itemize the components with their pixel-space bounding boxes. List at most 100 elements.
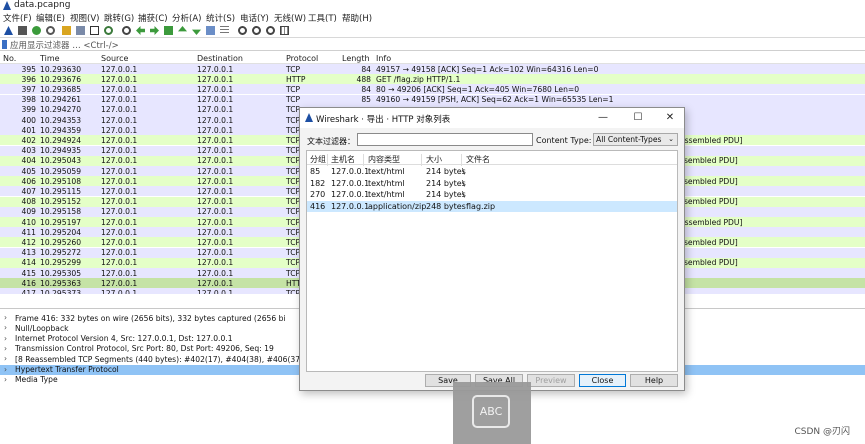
object-filename: flag.zip (466, 201, 496, 211)
preview-button[interactable]: Preview (527, 374, 575, 387)
menu-wireless[interactable]: 无线(W) (274, 12, 306, 24)
col-protocol[interactable]: Protocol (286, 54, 318, 63)
close-button[interactable]: Close (579, 374, 626, 387)
expand-chevron-icon[interactable]: › (4, 344, 7, 353)
column-divider (461, 154, 462, 166)
capture-options-icon[interactable] (46, 26, 55, 35)
table-row[interactable]: 182 127.0.0.1 text/html 214 bytes \ (307, 178, 677, 189)
packet-info: ssembled PDU] (680, 156, 738, 166)
export-http-objects-dialog: Wireshark · 导出 · HTTP 对象列表 — ☐ ✕ 文本过滤器： … (299, 107, 685, 391)
col-host[interactable]: 主机名 (331, 154, 355, 165)
col-content-type[interactable]: 内容类型 (368, 154, 400, 165)
menu-view[interactable]: 视图(V) (70, 12, 99, 24)
table-row[interactable]: 270 127.0.0.1 text/html 214 bytes \ (307, 189, 677, 200)
close-icon[interactable]: ✕ (659, 110, 681, 125)
col-destination[interactable]: Destination (197, 54, 243, 63)
autoscroll-icon[interactable] (206, 26, 215, 35)
reload-icon[interactable] (104, 26, 113, 35)
zoom-out-icon[interactable] (252, 26, 261, 35)
stop-capture-icon[interactable] (18, 26, 27, 35)
resize-columns-icon[interactable] (280, 26, 289, 35)
col-no[interactable]: No. (3, 54, 16, 63)
packet-protocol: TCP (286, 288, 301, 295)
col-time[interactable]: Time (40, 54, 60, 63)
expand-chevron-icon[interactable]: › (4, 323, 7, 332)
col-size[interactable]: 大小 (426, 154, 442, 165)
expand-chevron-icon[interactable]: › (4, 375, 7, 384)
text-filter-input[interactable] (357, 133, 533, 146)
packet-no: 403 (21, 146, 37, 156)
menu-telephony[interactable]: 电话(Y) (240, 12, 269, 24)
go-to-packet-icon[interactable] (164, 26, 173, 35)
menu-help[interactable]: 帮助(H) (342, 12, 372, 24)
display-filter-bar[interactable]: 应用显示过滤器 … <Ctrl-/> (0, 38, 865, 51)
col-info[interactable]: Info (376, 54, 391, 63)
packet-destination: 127.0.0.1 (197, 268, 234, 278)
packet-protocol: TCP (286, 64, 301, 74)
packet-row[interactable]: 397 10.293685 127.0.0.1 127.0.0.1 TCP 84 80 → … (0, 84, 865, 95)
zoom-normal-icon[interactable] (266, 26, 275, 35)
packet-time: 10.294924 (40, 135, 82, 145)
table-row[interactable]: 416 127.0.0.1 application/zip 248 bytes flag… (307, 200, 677, 212)
col-group[interactable]: 分组 (310, 154, 326, 165)
detail-text: [8 Reassembled TCP Segments (440 bytes):… (15, 354, 304, 364)
packet-destination: 127.0.0.1 (197, 105, 234, 115)
expand-chevron-icon[interactable]: › (4, 354, 7, 363)
wireshark-fin-icon (305, 113, 313, 122)
content-type-select[interactable]: All Content-Types ⌄ (593, 133, 678, 146)
packet-source: 127.0.0.1 (101, 135, 138, 145)
minimize-icon[interactable]: — (592, 110, 614, 125)
packet-time: 10.293685 (40, 84, 82, 94)
input-method-overlay[interactable]: ABC (453, 382, 531, 444)
close-file-icon[interactable] (90, 26, 99, 35)
zoom-in-icon[interactable] (238, 26, 247, 35)
col-filename[interactable]: 文件名 (466, 154, 490, 165)
packet-destination: 127.0.0.1 (197, 166, 234, 176)
menu-edit[interactable]: 编辑(E) (36, 12, 65, 24)
content-type-value: All Content-Types (596, 135, 662, 144)
save-file-icon[interactable] (76, 26, 85, 35)
display-filter-input[interactable]: 应用显示过滤器 … <Ctrl-/> (10, 39, 119, 51)
packet-no: 414 (21, 258, 37, 268)
packet-row[interactable]: 395 10.293630 127.0.0.1 127.0.0.1 TCP 84 49157… (0, 64, 865, 74)
col-length[interactable]: Length (342, 54, 370, 63)
packet-source: 127.0.0.1 (101, 95, 138, 105)
bookmark-icon[interactable] (2, 40, 7, 49)
column-divider (421, 154, 422, 166)
menu-tools[interactable]: 工具(T) (308, 12, 337, 24)
table-row[interactable]: 85 127.0.0.1 text/html 214 bytes \ (307, 166, 677, 177)
menu-capture[interactable]: 捕获(C) (138, 12, 168, 24)
packet-no: 406 (21, 176, 37, 186)
go-forward-icon[interactable] (150, 26, 159, 35)
packet-source: 127.0.0.1 (101, 74, 138, 84)
menu-statistics[interactable]: 统计(S) (206, 12, 235, 24)
restart-capture-icon[interactable] (32, 26, 41, 35)
expand-chevron-icon[interactable]: › (4, 313, 7, 322)
menu-analyze[interactable]: 分析(A) (172, 12, 201, 24)
go-back-icon[interactable] (136, 26, 145, 35)
expand-chevron-icon[interactable]: › (4, 365, 7, 374)
first-packet-icon[interactable] (178, 26, 187, 32)
maximize-icon[interactable]: ☐ (627, 110, 649, 125)
abc-label: ABC (479, 405, 503, 418)
colorize-icon[interactable] (220, 26, 229, 35)
open-file-icon[interactable] (62, 26, 71, 35)
packet-protocol: HTTP (286, 74, 306, 84)
menu-go[interactable]: 跳转(G) (104, 12, 134, 24)
packet-row[interactable]: 398 10.294261 127.0.0.1 127.0.0.1 TCP 85 49160… (0, 94, 865, 105)
packet-time: 10.295299 (40, 258, 82, 268)
expand-chevron-icon[interactable]: › (4, 334, 7, 343)
packet-no: 399 (21, 105, 37, 115)
find-packet-icon[interactable] (122, 26, 131, 35)
packet-destination: 127.0.0.1 (197, 176, 234, 186)
col-source[interactable]: Source (101, 54, 128, 63)
start-capture-icon[interactable] (4, 26, 13, 35)
packet-list-header: No. Time Source Destination Protocol Len… (0, 53, 865, 64)
abc-input-icon: ABC (472, 395, 510, 428)
object-host: 127.0.0.1 (331, 201, 370, 211)
packet-protocol: TCP (286, 166, 301, 176)
last-packet-icon[interactable] (192, 29, 201, 35)
help-button[interactable]: Help (630, 374, 678, 387)
packet-row[interactable]: 396 10.293676 127.0.0.1 127.0.0.1 HTTP 488 GET… (0, 74, 865, 85)
menu-file[interactable]: 文件(F) (3, 12, 32, 24)
